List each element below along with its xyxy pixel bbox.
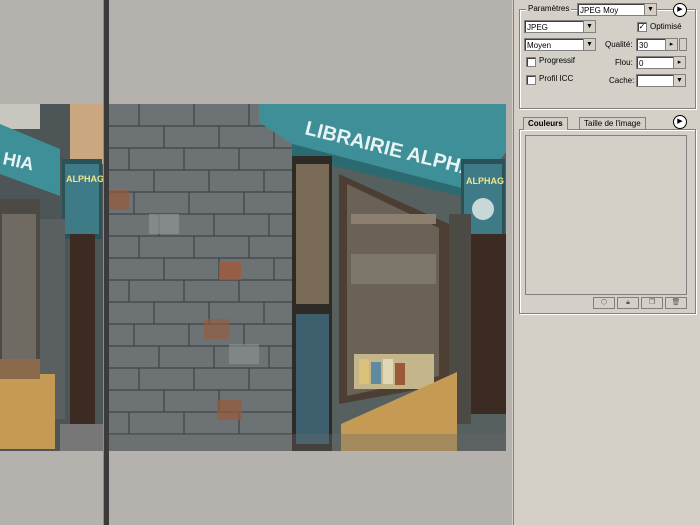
trash-icon[interactable]: 🗑︎ [665, 297, 687, 309]
optimised-checkbox[interactable]: ✓ [637, 22, 647, 32]
blur-label: Flou: [615, 58, 633, 67]
quality-level-select[interactable]: Moyen ▼ [524, 38, 596, 51]
map-web-icon[interactable]: ⬡ [593, 297, 615, 309]
play-right-icon[interactable]: ▸ [673, 57, 685, 68]
optimized-image-pane[interactable]: LIBRAIRIE ALPHAB ALPHAG [109, 104, 506, 451]
matte-label: Cache: [609, 76, 635, 85]
optimize-panel: Paramètres JPEG Moy ▼ ▶ JPEG ▼ ✓ Optimis… [513, 0, 700, 525]
chevron-down-icon: ▼ [583, 39, 595, 50]
storefront-photo-right: LIBRAIRIE ALPHAB ALPHAG [109, 104, 506, 451]
quality-label: Qualité: [605, 40, 633, 49]
progressive-label: Progressif [539, 56, 576, 65]
quality-mask-icon[interactable] [679, 38, 687, 51]
chevron-down-icon: ▼ [673, 75, 685, 86]
play-right-icon[interactable]: ▶ [673, 3, 687, 17]
svg-text:ALPHAGR: ALPHAGR [66, 174, 103, 184]
original-image-pane[interactable]: HIA ALPHAGR [0, 104, 103, 451]
optimised-label: Optimisé [650, 22, 682, 31]
blur-value: 0 [639, 59, 644, 68]
tab-colors[interactable]: Couleurs [523, 117, 568, 130]
preset-value: JPEG Moy [580, 6, 619, 15]
quality-value: 30 [639, 41, 648, 50]
tab-image-size-label: Taille de l'image [584, 119, 641, 128]
quality-input[interactable]: 30 ▸ [636, 38, 678, 51]
blur-input[interactable]: 0 ▸ [636, 56, 686, 69]
storefront-photo-left: HIA ALPHAGR [0, 104, 103, 451]
progressive-checkbox[interactable] [526, 57, 536, 67]
svg-text:ALPHAG: ALPHAG [466, 176, 504, 186]
new-color-icon[interactable]: ❐ [641, 297, 663, 309]
icc-profile-label: Profil ICC [539, 74, 574, 83]
settings-legend: Paramètres [526, 4, 572, 13]
format-select[interactable]: JPEG ▼ [524, 20, 596, 33]
matte-select[interactable]: ▼ [636, 74, 686, 87]
play-right-icon[interactable]: ▸ [665, 39, 677, 50]
color-table [525, 135, 687, 295]
chevron-down-icon: ▼ [644, 4, 656, 15]
preview-canvas: HIA ALPHAGR [0, 0, 512, 525]
quality-level-value: Moyen [527, 41, 552, 50]
format-value: JPEG [527, 23, 548, 32]
preset-select[interactable]: JPEG Moy ▼ [577, 3, 657, 16]
lock-icon[interactable]: 🔒︎ [617, 297, 639, 309]
play-right-icon[interactable]: ▶ [673, 115, 687, 129]
tab-colors-label: Couleurs [528, 119, 563, 128]
chevron-down-icon: ▼ [583, 21, 595, 32]
icc-profile-checkbox[interactable] [526, 75, 536, 85]
